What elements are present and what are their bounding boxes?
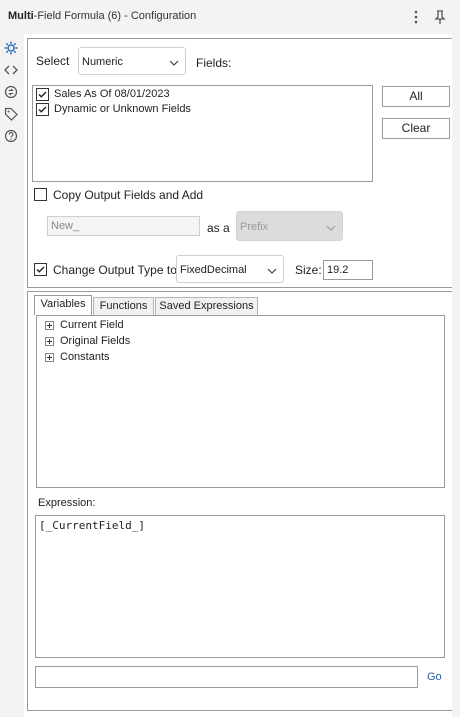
expression-text: [_CurrentField_]	[39, 519, 145, 532]
tab-saved-expressions[interactable]: Saved Expressions	[155, 297, 258, 315]
chevron-down-icon	[169, 57, 179, 67]
expression-label: Expression:	[38, 497, 96, 509]
code-brackets-icon[interactable]	[3, 62, 19, 78]
expand-plus-icon[interactable]	[45, 353, 54, 362]
prefix-suffix-value: Prefix	[240, 221, 269, 233]
gear-icon[interactable]	[3, 40, 19, 56]
change-output-type-checkbox[interactable]	[34, 263, 47, 276]
as-a-label: as a	[207, 221, 230, 235]
more-vertical-icon[interactable]	[407, 8, 425, 26]
tree-item[interactable]: Constants	[45, 350, 245, 365]
tree-item-label: Current Field	[60, 319, 124, 331]
go-button[interactable]: Go	[427, 671, 442, 683]
tree-item[interactable]: Current Field	[45, 318, 245, 333]
field-checkbox[interactable]	[36, 103, 49, 116]
right-edge-strip	[452, 34, 460, 717]
size-input[interactable]: 19.2	[323, 260, 373, 280]
prefix-suffix-dropdown[interactable]: Prefix	[236, 211, 343, 241]
clear-button[interactable]: Clear	[382, 118, 450, 139]
variables-tree[interactable]: Current Field Original Fields Constants	[36, 315, 445, 488]
expand-plus-icon[interactable]	[45, 321, 54, 330]
tree-item[interactable]: Original Fields	[45, 334, 245, 349]
size-label: Size:	[295, 263, 322, 277]
copy-output-label: Copy Output Fields and Add	[53, 188, 204, 202]
output-type-dropdown[interactable]: FixedDecimal	[176, 255, 284, 283]
fields-label: Fields:	[196, 56, 232, 70]
copy-output-checkbox[interactable]	[34, 188, 47, 201]
window-title: Multi-Field Formula (6) - Configuration	[8, 10, 197, 22]
tag-icon[interactable]	[3, 106, 19, 122]
expand-plus-icon[interactable]	[45, 337, 54, 346]
select-label: Select	[36, 54, 70, 68]
chevron-down-icon	[326, 222, 336, 232]
tree-item-label: Original Fields	[60, 335, 131, 347]
change-output-type-label: Change Output Type to	[53, 263, 177, 277]
field-type-dropdown[interactable]: Numeric	[78, 47, 186, 75]
field-checkbox[interactable]	[36, 88, 49, 101]
pin-icon[interactable]	[431, 8, 449, 26]
field-item-label: Sales As Of 08/01/2023	[54, 88, 170, 100]
tab-functions[interactable]: Functions	[93, 297, 154, 315]
fields-list[interactable]: Sales As Of 08/01/2023 Dynamic or Unknow…	[32, 85, 373, 182]
name-prefix-input[interactable]: New_	[47, 216, 200, 236]
field-type-value: Numeric	[82, 56, 123, 68]
field-item[interactable]: Sales As Of 08/01/2023	[36, 87, 336, 102]
chevron-down-icon	[267, 265, 277, 275]
expression-editor[interactable]: [_CurrentField_]	[35, 515, 445, 658]
expression-test-input[interactable]	[35, 666, 418, 688]
field-item[interactable]: Dynamic or Unknown Fields	[36, 102, 336, 117]
shuffle-circle-icon[interactable]	[3, 84, 19, 100]
title-bar: Multi-Field Formula (6) - Configuration	[0, 0, 460, 34]
tab-variables[interactable]: Variables	[34, 295, 92, 315]
output-type-value: FixedDecimal	[180, 264, 247, 276]
help-circle-icon[interactable]	[3, 128, 19, 144]
select-all-button[interactable]: All	[382, 86, 450, 107]
tree-item-label: Constants	[60, 351, 110, 363]
field-item-label: Dynamic or Unknown Fields	[54, 103, 191, 115]
